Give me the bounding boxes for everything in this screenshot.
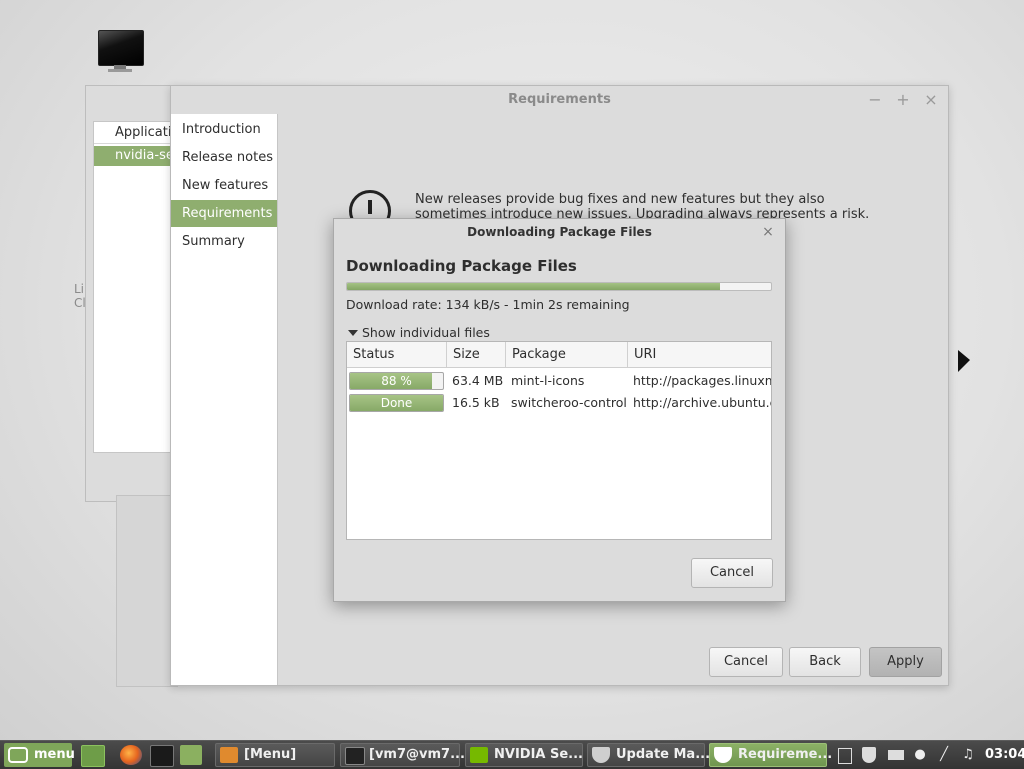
terminal-icon [345, 747, 365, 765]
task-terminal[interactable]: [vm7@vm7... [340, 743, 465, 767]
row-size: 16.5 kB [452, 395, 500, 410]
shield-icon [592, 747, 610, 763]
files-table: Status Size Package URI 88 % 63.4 MB min… [346, 341, 772, 540]
shield-icon [714, 747, 732, 763]
bg-window-text: Li Cl [74, 282, 86, 310]
column-header-status[interactable]: Status [347, 342, 447, 368]
task-label: [vm7@vm7... [369, 747, 465, 762]
task-update-manager[interactable]: Update Ma... [587, 743, 710, 767]
sidebar-item-new-features[interactable]: New features [171, 172, 277, 199]
wizard-sidebar: Introduction Release notes New features … [171, 114, 278, 685]
apply-button[interactable]: Apply [869, 647, 942, 677]
task-label: NVIDIA Se... [494, 747, 583, 762]
cancel-button[interactable]: Cancel [709, 647, 783, 677]
task-label: [Menu] [244, 747, 297, 762]
title-bar[interactable]: Requirements − + × [171, 86, 948, 114]
keyboard-icon[interactable] [888, 750, 904, 760]
maximize-button[interactable]: + [893, 90, 913, 110]
expander-label: Show individual files [362, 325, 490, 340]
dialog-heading: Downloading Package Files [346, 257, 577, 275]
user-icon[interactable]: ● [912, 747, 928, 763]
sidebar-item-summary[interactable]: Summary [171, 228, 277, 255]
update-shield-icon[interactable] [862, 747, 876, 763]
row-status-progress: Done [349, 394, 444, 412]
clock[interactable]: 03:04 [985, 741, 1024, 769]
sidebar-item-introduction[interactable]: Introduction [171, 116, 277, 143]
row-status-progress: 88 % [349, 372, 444, 390]
download-dialog: Downloading Package Files × Downloading … [333, 218, 786, 602]
row-size: 63.4 MB [452, 373, 504, 388]
row-status-label: 88 % [381, 374, 412, 388]
dialog-title: Downloading Package Files [467, 225, 652, 239]
column-header-uri[interactable]: URI [628, 342, 771, 368]
start-menu-button[interactable]: menu [4, 743, 75, 767]
task-label: Requireme... [738, 747, 833, 762]
task-label: Update Ma... [616, 747, 711, 762]
files-icon[interactable] [180, 745, 202, 765]
overall-progress-fill [347, 283, 721, 290]
dialog-close-button[interactable]: × [759, 222, 777, 242]
computer-desktop-icon[interactable] [96, 30, 146, 76]
close-button[interactable]: × [921, 90, 941, 110]
taskbar: menu [Menu] [vm7@vm7... NVIDIA Se... Upd… [0, 740, 1024, 769]
overall-progress-bar [346, 282, 772, 291]
volume-icon[interactable]: ♫ [960, 747, 976, 763]
firefox-icon[interactable] [120, 745, 142, 765]
nvidia-icon [470, 747, 488, 763]
back-button[interactable]: Back [789, 647, 861, 677]
mint-logo-icon [8, 747, 28, 763]
task-requirements[interactable]: Requireme... [709, 743, 832, 767]
row-uri: http://archive.ubuntu.com [633, 395, 771, 410]
network-icon[interactable]: ╱ [936, 747, 952, 763]
row-package: switcheroo-control [511, 395, 627, 410]
row-package: mint-l-icons [511, 373, 585, 388]
task-menu[interactable]: [Menu] [215, 743, 335, 767]
show-desktop-icon[interactable] [81, 745, 105, 767]
sidebar-item-requirements[interactable]: Requirements [171, 200, 277, 227]
mouse-cursor-icon [958, 350, 970, 372]
row-uri: http://packages.linuxmint.com [633, 373, 771, 388]
background-window [116, 495, 178, 687]
task-nvidia-settings[interactable]: NVIDIA Se... [465, 743, 583, 767]
download-rate-text: Download rate: 134 kB/s - 1min 2s remain… [346, 297, 630, 312]
sidebar-item-release-notes[interactable]: Release notes [171, 144, 277, 171]
column-header-package[interactable]: Package [506, 342, 628, 368]
terminal-icon[interactable] [150, 745, 174, 767]
settings-icon [220, 747, 238, 763]
show-files-expander[interactable]: Show individual files [348, 325, 490, 340]
column-header-size[interactable]: Size [447, 342, 506, 368]
minimize-button[interactable]: − [865, 90, 885, 110]
window-title: Requirements [508, 92, 611, 107]
clipboard-icon[interactable] [838, 748, 852, 764]
row-status-label: Done [380, 396, 413, 410]
menu-label: menu [34, 747, 75, 762]
expander-arrow-icon [348, 329, 358, 336]
dialog-cancel-button[interactable]: Cancel [691, 558, 773, 588]
dialog-title-bar[interactable]: Downloading Package Files × [334, 219, 785, 245]
